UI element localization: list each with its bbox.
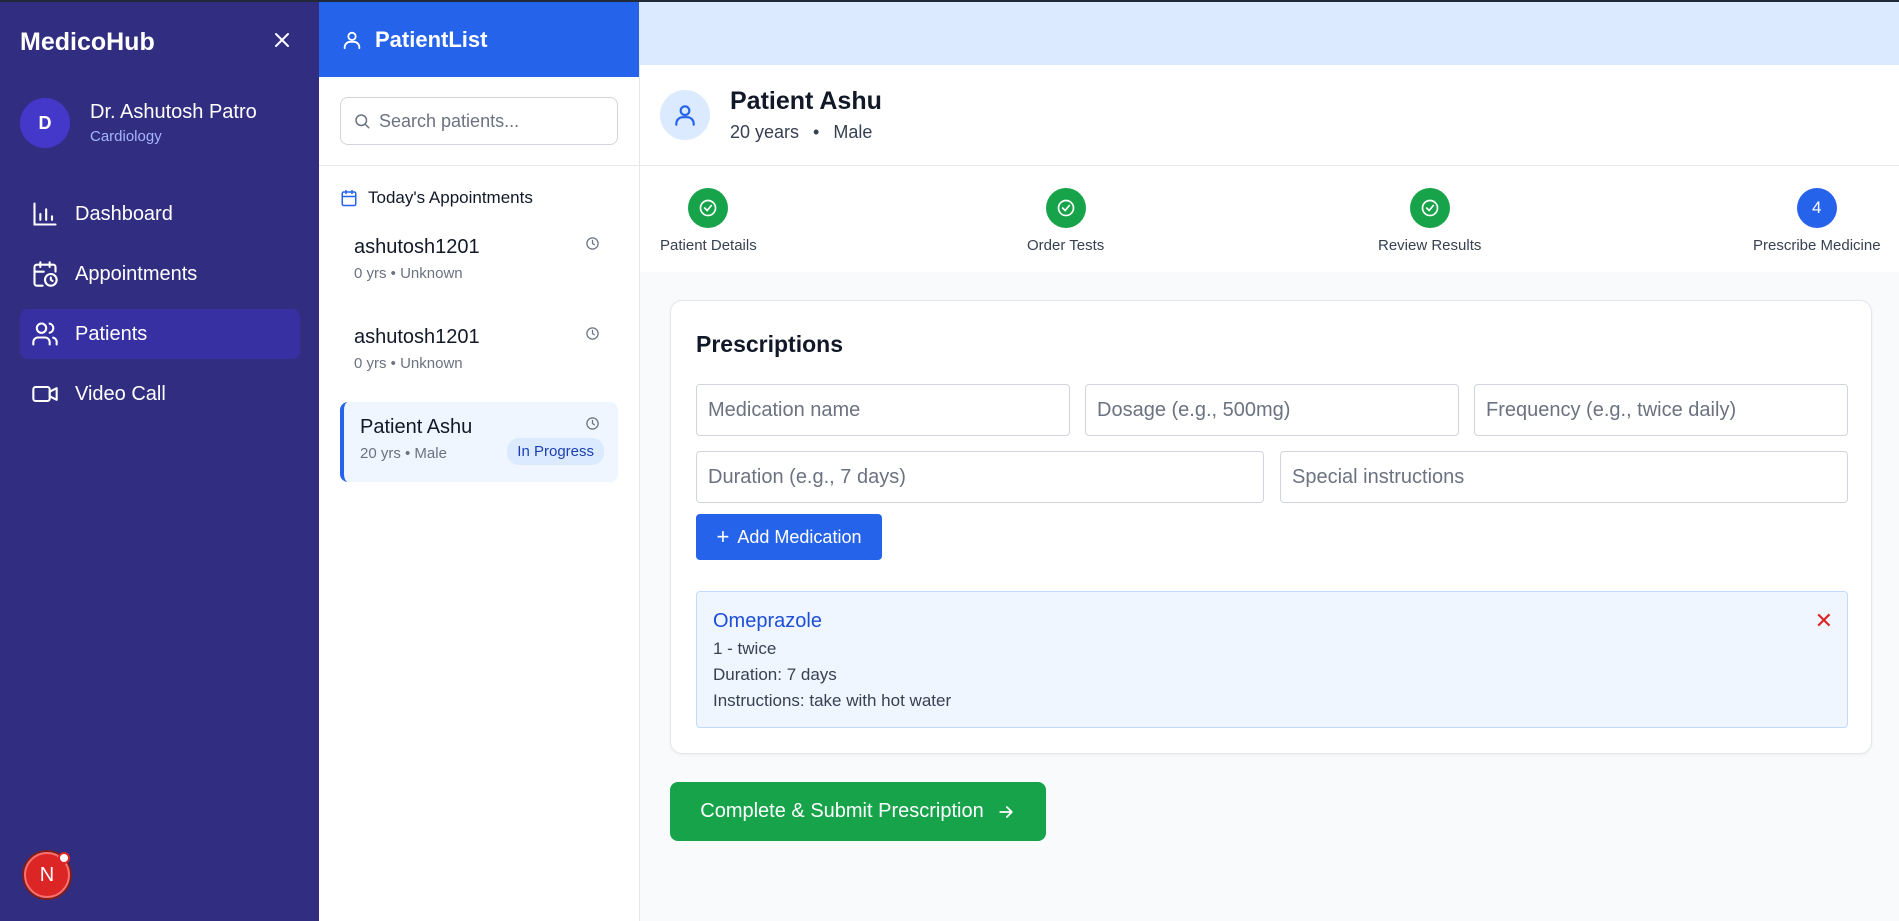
patient-list-panel: PatientList Today's Appointments ashutos… [319,2,640,921]
patient-name: ashutosh1201 [354,326,480,348]
patient-header: Patient Ashu 20 years • Male [640,65,1899,166]
plus-icon: + [716,524,730,549]
step-label: Order Tests [1027,237,1105,254]
patient-list-header: PatientList [319,2,639,77]
patient-meta: 0 yrs • Unknown [354,265,463,282]
close-icon [275,33,289,47]
medication-dose-frequency: 1 - twice [713,639,777,658]
patient-avatar [660,90,710,140]
sidebar-item-label: Dashboard [75,202,173,225]
dosage-input[interactable] [1086,385,1458,435]
duration-field [696,451,1264,503]
step-check [1409,188,1450,228]
sidebar-item-label: Video Call [75,382,166,405]
step-review-results[interactable]: Review Results [1378,188,1481,254]
notification-dot [58,852,70,864]
clock-icon [586,327,599,340]
patient-list-title: PatientList [375,26,488,52]
patient-list-item[interactable]: ashutosh1201 0 yrs • Unknown [340,222,618,302]
prescriptions-card: Prescriptions + Add Medication Omeprazol… [670,300,1872,754]
video-icon [30,379,60,409]
sidebar-item-video-call[interactable]: Video Call [20,369,300,419]
sidebar-nav: Dashboard Appointments Patients Video Ca… [20,189,300,429]
brand-logo: MedicoHub [20,28,155,56]
frequency-field [1474,384,1848,436]
patient-age: 20 years [730,122,800,142]
submit-prescription-button[interactable]: Complete & Submit Prescription [670,782,1046,841]
users-icon [30,319,60,349]
sidebar-item-appointments[interactable]: Appointments [20,249,300,299]
step-order-tests[interactable]: Order Tests [1027,188,1104,254]
step-prescribe-medicine[interactable]: 4 Prescribe Medicine [1753,188,1881,254]
add-medication-button[interactable]: + Add Medication [696,514,882,560]
calendar-icon [341,189,357,207]
patient-list-item-selected[interactable]: Patient Ashu 20 yrs • Male In Progress [340,402,618,482]
step-check [688,188,729,228]
notification-badge-letter: N [39,863,55,886]
appointments-heading-label: Today's Appointments [368,188,533,207]
bar-chart-icon [30,199,60,229]
clock-icon [586,237,599,250]
step-number: 4 [1796,188,1837,228]
medication-item: Omeprazole 1 - twice Duration: 7 days In… [696,591,1848,728]
submit-prescription-label: Complete & Submit Prescription [700,800,984,822]
step-label: Prescribe Medicine [1753,237,1881,254]
avatar: D [20,98,70,148]
search-box [340,97,618,145]
clock-icon [586,417,599,430]
close-sidebar-button[interactable] [270,28,294,52]
medication-name-field [696,384,1070,436]
special-instructions-field [1280,451,1848,503]
check-circle-icon [1421,199,1439,217]
step-label: Review Results [1378,237,1482,254]
step-patient-details[interactable]: Patient Details [660,188,757,254]
medication-name-input[interactable] [697,385,1069,435]
doctor-name: Dr. Ashutosh Patro [90,101,257,123]
patient-name: Patient Ashu [360,416,473,438]
main-top-bar [640,2,1899,65]
check-circle-icon [1057,199,1074,217]
search-input[interactable] [379,110,609,132]
search-icon [355,114,370,129]
sidebar-item-patients[interactable]: Patients [20,309,300,359]
sidebar-item-label: Patients [75,322,148,345]
arrow-right-icon [999,805,1013,818]
main-content: Patient Ashu 20 years • Male Patient Detai… [640,2,1899,921]
prescriptions-title: Prescriptions [696,331,843,357]
meta-separator: • [813,122,820,142]
medication-name: Omeprazole [713,610,822,632]
user-icon [675,105,695,126]
medication-duration: Duration: 7 days [713,665,837,684]
medication-instructions: Instructions: take with hot water [713,691,952,710]
remove-medication-icon[interactable]: ✕ [1815,608,1833,634]
add-medication-label: Add Medication [737,526,862,547]
duration-input[interactable] [697,452,1263,502]
user-icon [343,31,361,49]
patient-name: ashutosh1201 [354,236,480,258]
patient-list-item[interactable]: ashutosh1201 0 yrs • Unknown [340,312,618,392]
patient-header-name: Patient Ashu [730,87,882,115]
check-circle-icon [700,199,717,217]
sidebar: MedicoHub D Dr. Ashutosh Patro Cardiolog… [0,2,319,921]
appointments-heading: Today's Appointments [319,166,639,222]
user-profile: D Dr. Ashutosh Patro Cardiology [20,98,257,148]
special-instructions-input[interactable] [1281,452,1847,502]
calendar-clock-icon [30,259,60,289]
step-label: Patient Details [660,237,757,254]
patient-meta: 0 yrs • Unknown [354,355,463,372]
patient-gender: Male [833,122,873,142]
status-badge: In Progress [507,438,604,465]
workflow-stepper: Patient Details Order Tests Review Resul… [640,166,1899,272]
sidebar-item-label: Appointments [75,262,198,285]
patient-header-meta: 20 years • Male [730,122,882,143]
doctor-department: Cardiology [90,128,162,145]
frequency-input[interactable] [1475,385,1847,435]
step-check [1045,188,1086,228]
dosage-field [1085,384,1459,436]
sidebar-item-dashboard[interactable]: Dashboard [20,189,300,239]
notification-badge[interactable]: N [24,852,70,898]
